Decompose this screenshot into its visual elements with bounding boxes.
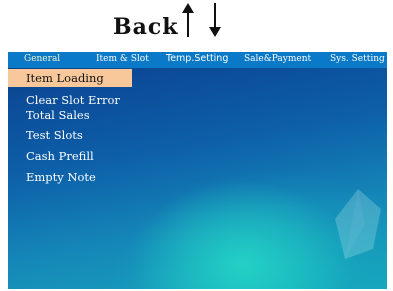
settings-screen: General Item & Slot Temp.Setting Sale&Pa… bbox=[8, 52, 387, 289]
menu-item-empty-note[interactable]: Empty Note bbox=[26, 170, 96, 184]
arrow-down-icon bbox=[209, 3, 221, 37]
tab-general[interactable]: General bbox=[24, 54, 60, 64]
arrow-up-icon bbox=[182, 3, 194, 37]
tab-sale-payment[interactable]: Sale&Payment bbox=[244, 54, 311, 64]
menu-item-item-loading[interactable]: Item Loading bbox=[8, 69, 132, 87]
menu-item-clear-slot-error[interactable]: Clear Slot Error bbox=[26, 93, 120, 107]
tab-item-slot[interactable]: Item & Slot bbox=[96, 54, 149, 64]
tab-bar: General Item & Slot Temp.Setting Sale&Pa… bbox=[8, 52, 387, 68]
menu-item-total-sales[interactable]: Total Sales bbox=[26, 108, 90, 122]
menu-item-test-slots[interactable]: Test Slots bbox=[26, 128, 83, 142]
tab-temp-setting[interactable]: Temp.Setting bbox=[166, 53, 228, 64]
back-label: Back bbox=[113, 14, 179, 40]
menu-item-cash-prefill[interactable]: Cash Prefill bbox=[26, 149, 94, 163]
tab-sys-setting[interactable]: Sys. Setting bbox=[330, 54, 385, 64]
decorative-crystal-icon bbox=[335, 189, 381, 259]
